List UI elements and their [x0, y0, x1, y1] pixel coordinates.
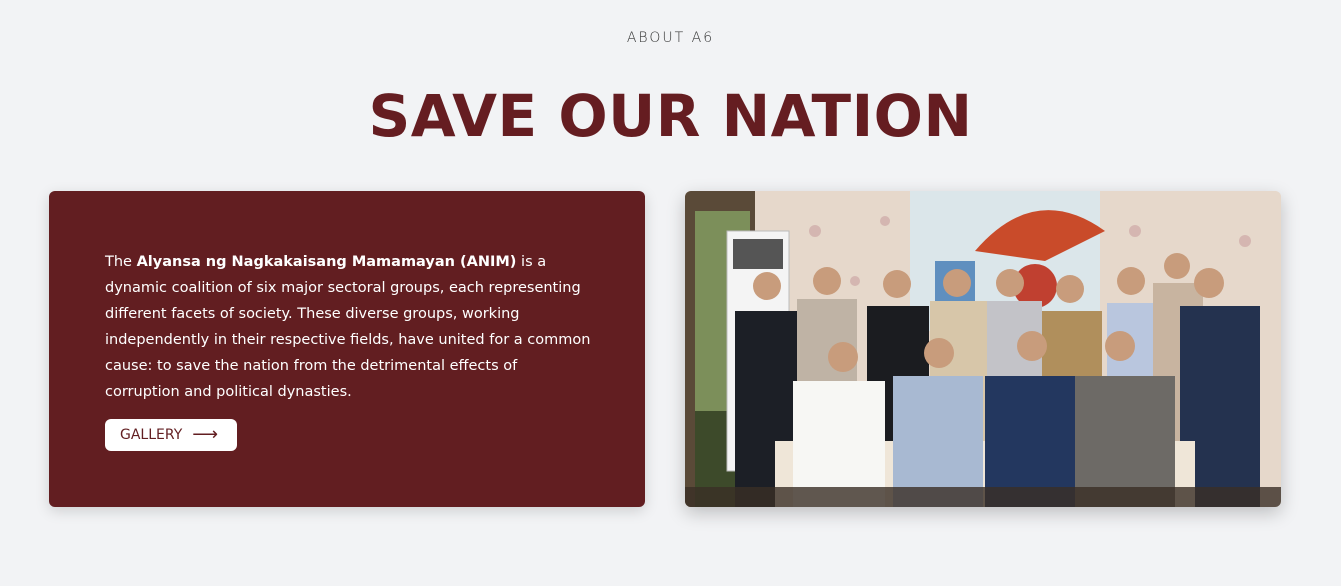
description-intro: The [105, 254, 137, 270]
gallery-button[interactable]: GALLERY ⟶ [105, 419, 237, 451]
gallery-button-label: GALLERY [120, 427, 183, 443]
description-org-name: Alyansa ng Nagkakaisang Mamamayan (ANIM) [136, 254, 517, 270]
page-title: SAVE OUR NATION [368, 82, 973, 150]
group-photo [685, 191, 1281, 507]
arrow-right-icon: ⟶ [192, 424, 219, 445]
eyebrow-label: ABOUT A6 [626, 30, 715, 46]
about-card: The Alyansa ng Nagkakaisang Mamamayan (A… [49, 191, 645, 507]
description-body: is a dynamic coalition of six major sect… [105, 254, 591, 400]
about-description: The Alyansa ng Nagkakaisang Mamamayan (A… [105, 249, 591, 405]
